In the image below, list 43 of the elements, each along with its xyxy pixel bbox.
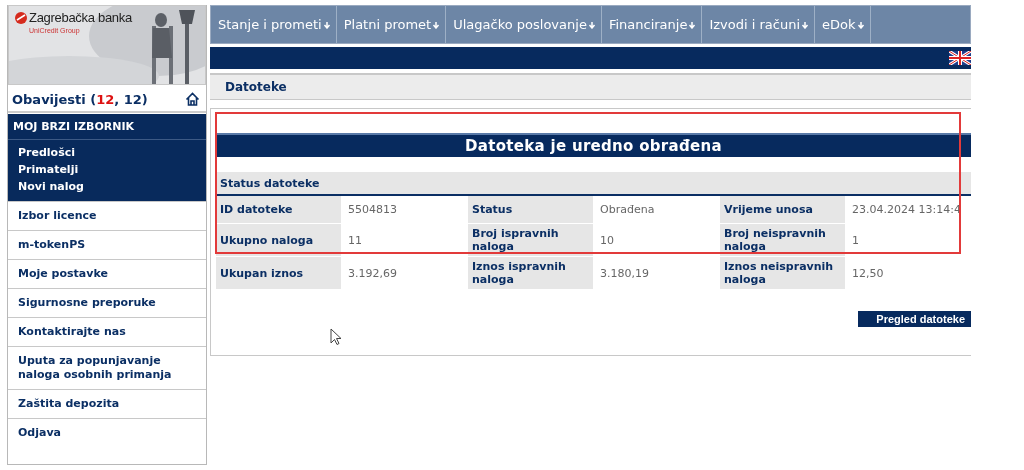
nav-menu-item[interactable]: Platni promet bbox=[336, 6, 447, 43]
sidebar-item[interactable]: Sigurnosne preporuke bbox=[8, 288, 206, 317]
nav-menu-item[interactable]: eDok bbox=[815, 6, 871, 43]
field-label: Iznos ispravnih naloga bbox=[468, 257, 593, 289]
nav-menu-item[interactable]: Financiranje bbox=[601, 6, 703, 43]
field-label: Broj neispravnih naloga bbox=[720, 224, 845, 256]
down-arrow-icon bbox=[322, 20, 331, 29]
field-label: Ukupan iznos bbox=[216, 257, 341, 289]
down-arrow-icon bbox=[856, 20, 865, 29]
mouse-cursor-icon bbox=[330, 328, 342, 346]
field-label: Ukupno naloga bbox=[216, 224, 341, 256]
down-arrow-icon bbox=[688, 20, 697, 29]
field-label: Status bbox=[468, 196, 593, 223]
sidebar-item[interactable]: Moje postavke bbox=[8, 259, 206, 288]
result-title: Datoteka je uredno obrađena bbox=[216, 133, 971, 157]
field-label: ID datoteke bbox=[216, 196, 341, 223]
sidebar-item[interactable]: Odjava bbox=[8, 418, 206, 447]
table-title: Status datoteke bbox=[220, 176, 320, 190]
quick-menu-link[interactable]: Primatelji bbox=[8, 161, 206, 178]
home-icon[interactable] bbox=[185, 92, 200, 106]
field-label: Vrijeme unosa bbox=[720, 196, 845, 223]
logo-icon bbox=[15, 11, 27, 24]
bank-name: Zagrebačka banka bbox=[29, 10, 132, 25]
sidebar-item[interactable]: Kontaktirajte nas bbox=[8, 317, 206, 346]
down-arrow-icon bbox=[801, 20, 809, 29]
quick-menu-link[interactable]: Novi nalog bbox=[8, 178, 206, 195]
sidebar-item[interactable]: Izbor licence bbox=[8, 201, 206, 230]
preview-file-button[interactable]: Pregled datoteke bbox=[858, 311, 971, 327]
nav-menu-item[interactable]: Stanje i prometi bbox=[211, 6, 337, 43]
field-label: Broj ispravnih naloga bbox=[468, 224, 593, 256]
down-arrow-icon bbox=[587, 20, 596, 29]
nav-menu-item[interactable]: Izvodi i računi bbox=[702, 6, 815, 43]
quick-menu-title: MOJ BRZI IZBORNIK bbox=[8, 114, 206, 140]
down-arrow-icon bbox=[432, 20, 441, 29]
sidebar-item[interactable]: m-tokenPS bbox=[8, 230, 206, 259]
sidebar-item[interactable]: Uputa za popunjavanje naloga osobnih primanja bbox=[8, 346, 206, 389]
flag-icon[interactable] bbox=[949, 51, 971, 65]
section-title: Datoteke bbox=[225, 80, 287, 94]
quick-menu-link[interactable]: Predlošci bbox=[8, 144, 206, 161]
field-label: Iznos neispravnih naloga bbox=[720, 257, 845, 289]
sidebar-item[interactable]: Zaštita depozita bbox=[8, 389, 206, 418]
nav-menu-item[interactable]: Ulagačko poslovanje bbox=[446, 6, 602, 43]
notifications-link[interactable]: Obavijesti (12, 12) bbox=[12, 91, 148, 107]
